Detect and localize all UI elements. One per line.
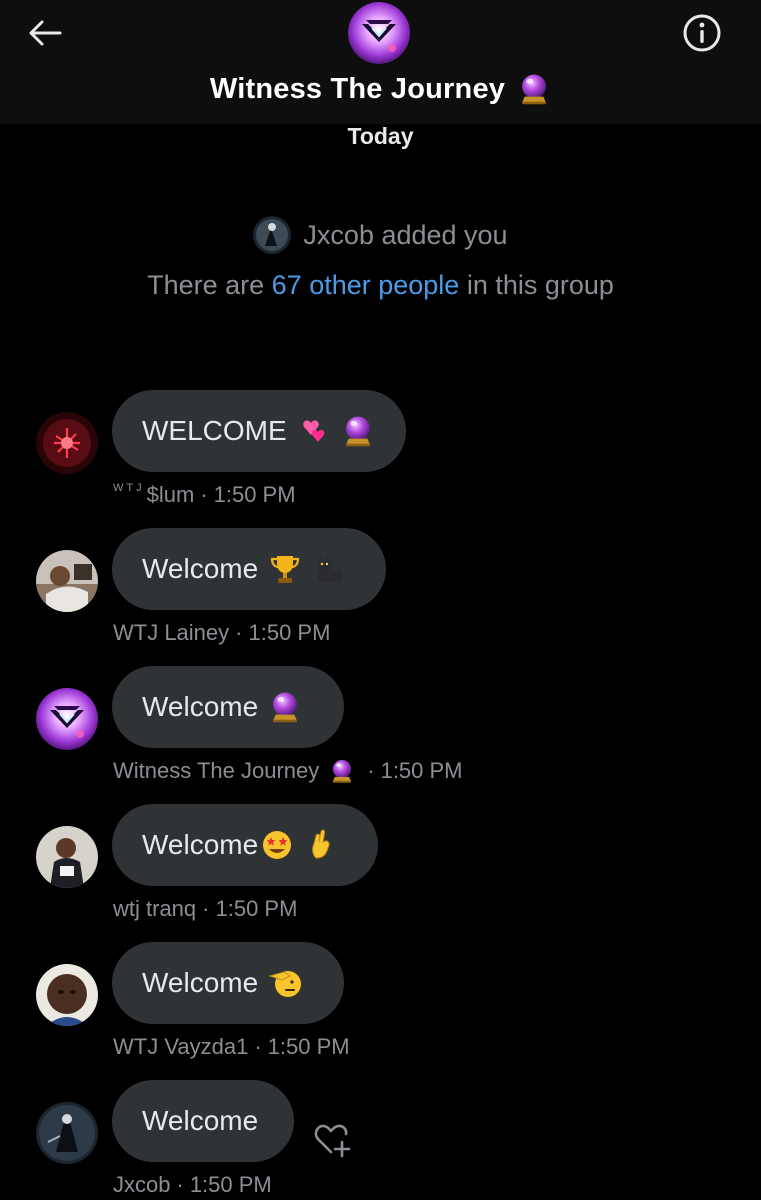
crystal-ball-icon — [517, 72, 551, 106]
sender-prefix: WTJ — [113, 482, 145, 494]
separator: · — [254, 1034, 262, 1059]
crystal-ball-icon — [341, 414, 375, 448]
avatar[interactable] — [36, 826, 98, 888]
black-cat-icon — [317, 556, 343, 582]
group-logo-image — [36, 688, 98, 750]
message-bubble[interactable]: WELCOME — [112, 390, 406, 472]
avatar[interactable] — [36, 412, 98, 474]
arrow-left-icon — [29, 20, 62, 46]
conversation-header: Witness The Journey — [0, 0, 761, 124]
avatar[interactable] — [36, 964, 98, 1026]
sender-name[interactable]: WTJ Lainey — [113, 620, 229, 646]
message-meta: WTJ Vayzda1 · 1:50 PM — [113, 1034, 350, 1060]
message-meta: wtj tranq · 1:50 PM — [113, 896, 297, 922]
avatar — [253, 216, 292, 254]
avatar[interactable] — [36, 550, 98, 612]
message-bubble[interactable]: Welcome — [112, 804, 378, 886]
message-meta: Jxcob · 1:50 PM — [113, 1172, 272, 1198]
avatar[interactable] — [36, 1102, 98, 1164]
chat-screen: Witness The Journey Today Jxcob added yo… — [0, 0, 761, 1200]
conversation-title[interactable]: Witness The Journey — [0, 72, 761, 106]
group-member-count: There are 67 other people in this group — [0, 270, 761, 301]
separator: · — [202, 896, 210, 921]
star-struck-icon — [263, 831, 292, 859]
message-time: 1:50 PM — [248, 620, 331, 645]
message-time: 1:50 PM — [380, 758, 463, 783]
heart-plus-icon — [314, 1124, 351, 1158]
message-meta: WTJ $lum · 1:50 PM — [113, 482, 296, 508]
message-meta: WTJ Lainey · 1:50 PM — [113, 620, 330, 646]
info-circle-icon — [683, 14, 721, 52]
group-avatar[interactable] — [348, 2, 410, 64]
message-text: Welcome — [142, 967, 259, 998]
system-message-added: Jxcob added you — [0, 216, 761, 254]
trophy-icon — [271, 556, 300, 583]
add-reaction-button[interactable] — [312, 1120, 354, 1160]
two-hearts-icon — [302, 420, 325, 442]
message-bubble[interactable]: Welcome — [112, 528, 386, 610]
message-text: Welcome — [142, 553, 259, 584]
conversation-title-text: Witness The Journey — [209, 72, 506, 105]
count-suffix: in this group — [459, 270, 614, 300]
saluting-face-icon — [268, 971, 302, 997]
crossed-fingers-icon — [312, 829, 330, 859]
message-text: WELCOME — [142, 415, 287, 446]
crystal-ball-icon — [268, 690, 302, 724]
message-time: 1:50 PM — [213, 482, 296, 507]
sender-name[interactable]: Witness The Journey — [113, 758, 319, 784]
message-bubble[interactable]: Welcome — [112, 942, 344, 1024]
message-text: Welcome — [142, 829, 259, 860]
message-text: Welcome — [142, 1105, 259, 1136]
date-divider: Today — [347, 123, 414, 149]
separator: · — [176, 1172, 184, 1197]
back-button[interactable] — [26, 16, 64, 50]
separator: · — [235, 620, 243, 645]
message-bubble[interactable]: Welcome — [112, 666, 344, 748]
message-meta: Witness The Journey · 1:50 PM — [113, 758, 463, 784]
system-message-text: Jxcob added you — [303, 219, 508, 250]
other-people-link[interactable]: 67 other people — [272, 270, 460, 300]
sender-name[interactable]: wtj tranq — [113, 896, 196, 922]
separator: · — [367, 758, 375, 783]
message-time: 1:50 PM — [215, 896, 298, 921]
separator: · — [200, 482, 208, 507]
message-bubble[interactable]: Welcome — [112, 1080, 294, 1162]
message-time: 1:50 PM — [189, 1172, 272, 1197]
count-prefix: There are — [147, 270, 272, 300]
message-text: Welcome — [142, 691, 259, 722]
sender-name[interactable]: Jxcob — [113, 1172, 170, 1198]
message-time: 1:50 PM — [267, 1034, 350, 1059]
sender-name[interactable]: WTJ Vayzda1 — [113, 1034, 248, 1060]
sender-name[interactable]: $lum — [147, 482, 195, 508]
crystal-ball-icon — [329, 758, 355, 784]
info-button[interactable] — [682, 13, 722, 53]
avatar[interactable] — [36, 688, 98, 750]
group-logo-image — [348, 2, 410, 64]
